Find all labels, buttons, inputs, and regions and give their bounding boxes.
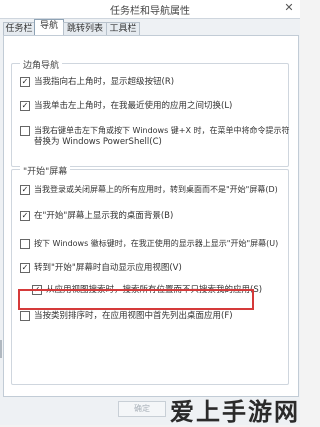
checkbox-show-charms[interactable]: ✓ — [20, 77, 30, 87]
group-title-start-screen: "开始"屏幕 — [20, 164, 71, 177]
option-label: 当我指向右上角时，显示超级按钮(R) — [34, 77, 175, 87]
option-label: 当我单击左上角时，在我最近使用的应用之间切换(L) — [34, 101, 233, 111]
navigation-panel: 边角导航 ✓ 当我指向右上角时，显示超级按钮(R) ✓ 当我单击左上角时，在我最… — [3, 35, 299, 397]
tab-taskbar[interactable]: 任务栏 — [3, 22, 35, 36]
tab-strip: 任务栏 导航 跳转列表 工具栏 — [0, 19, 300, 36]
checkbox-replace-powershell[interactable] — [20, 126, 30, 136]
checkbox-show-on-current-display[interactable] — [20, 239, 30, 249]
watermark-logo: 爱上手游网 — [170, 397, 300, 426]
corner-navigation-group: 边角导航 ✓ 当我指向右上角时，显示超级按钮(R) ✓ 当我单击左上角时，在我最… — [11, 58, 290, 167]
window-edge — [0, 340, 2, 358]
option-label: 当我登录或关闭屏幕上的所有应用时，转到桌面而不是"开始"屏幕(D) — [34, 185, 278, 194]
option-label: 在"开始"屏幕上显示我的桌面背景(B) — [34, 211, 174, 221]
highlight-annotation-box — [18, 289, 254, 310]
option-label: 按下 Windows 徽标键时，在我正使用的显示器上显示"开始"屏幕(U) — [34, 239, 279, 248]
tab-navigation[interactable]: 导航 — [34, 19, 64, 36]
option-label: 当我右键单击左下角或按下 Windows 键+X 时，在菜单中将命令提示符 — [34, 126, 290, 135]
group-title-corner-navigation: 边角导航 — [20, 58, 63, 71]
checkbox-go-to-desktop[interactable]: ✓ — [20, 185, 30, 195]
checkbox-list-desktop-apps-first[interactable] — [20, 311, 30, 321]
option-label: 当按类别排序时，在应用视图中首先列出桌面应用(F) — [34, 311, 233, 321]
window-title: 任务栏和导航属性 — [110, 6, 190, 17]
start-screen-group: "开始"屏幕 ✓ 当我登录或关闭屏幕上的所有应用时，转到桌面而不是"开始"屏幕(… — [11, 164, 289, 385]
tab-toolbars[interactable]: 工具栏 — [106, 22, 140, 36]
taskbar-navigation-properties-dialog: 任务栏和导航属性 ✕ 任务栏 导航 跳转列表 工具栏 边角导航 ✓ 当我指向右上… — [0, 0, 300, 426]
title-bar: 任务栏和导航属性 ✕ — [0, 0, 300, 19]
checkbox-show-desktop-background[interactable]: ✓ — [20, 211, 30, 221]
option-label: 转到"开始"屏幕时自动显示应用视图(V) — [34, 263, 182, 273]
ok-button[interactable]: 确定 — [118, 401, 166, 417]
tab-jump-lists[interactable]: 跳转列表 — [63, 22, 107, 36]
checkbox-switch-recent-apps[interactable]: ✓ — [20, 101, 30, 111]
option-label-continued: 替换为 Windows PowerShell(C) — [34, 137, 162, 147]
close-icon[interactable]: ✕ — [282, 2, 296, 14]
checkbox-show-apps-view[interactable]: ✓ — [20, 263, 30, 273]
